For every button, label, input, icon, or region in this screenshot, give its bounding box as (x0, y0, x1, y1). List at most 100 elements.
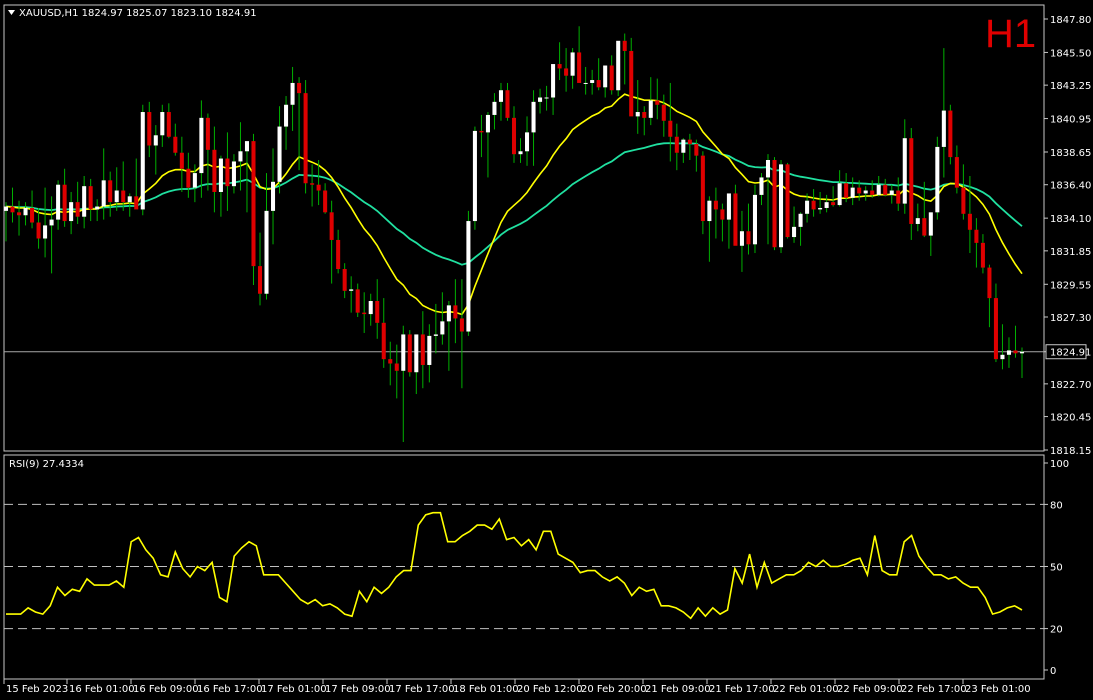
bear-candle (974, 229, 979, 243)
bear-candle (342, 269, 347, 291)
bear-candle (303, 93, 308, 184)
trading-chart[interactable]: 1847.80 1845.50 1843.25 1840.95 1838.65 1836.… (0, 0, 1093, 700)
bull-candle (238, 151, 243, 162)
price-tick-label: 1829.55 (1050, 280, 1091, 291)
bull-candle (570, 52, 575, 76)
bear-candle (661, 104, 666, 121)
bull-candle (192, 173, 197, 188)
bear-candle (883, 184, 888, 195)
bull-candle (818, 207, 823, 210)
price-tick-label: 1818.15 (1050, 446, 1091, 457)
price-tick-label: 1820.45 (1050, 413, 1091, 424)
bull-candle (583, 82, 588, 84)
bear-candle (355, 289, 360, 313)
bear-candle (811, 200, 816, 210)
bear-candle (453, 305, 458, 319)
price-tick-label: 1838.65 (1050, 148, 1091, 159)
bull-candle (616, 40, 621, 91)
bear-candle (316, 184, 321, 191)
bull-candle (551, 64, 556, 98)
bull-candle (928, 212, 933, 236)
bull-candle (23, 207, 28, 216)
rsi-path (6, 511, 1023, 620)
bull-candle (3, 206, 9, 211)
bull-candle (472, 130, 477, 222)
time-tick-label: 16 Feb 09:00 (133, 684, 199, 695)
rsi-tick-label: 20 (1050, 625, 1063, 636)
time-tick-label: 22 Feb 09:00 (837, 684, 903, 695)
bear-candle (310, 183, 315, 185)
rsi-axis: 100 80 50 20 0 (1044, 459, 1069, 677)
price-tick-label: 1836.40 (1050, 181, 1091, 192)
bear-candle (948, 110, 953, 158)
bear-candle (108, 180, 113, 203)
bull-candle (935, 146, 940, 213)
rsi-tick-label: 50 (1050, 563, 1063, 574)
bull-candle (876, 184, 881, 195)
bear-candle (257, 266, 263, 294)
bull-candle (199, 117, 204, 174)
bear-candle (922, 218, 927, 236)
bull-candle (284, 104, 289, 127)
bear-candle (987, 267, 992, 299)
bull-candle (433, 334, 438, 336)
bull-candle (902, 138, 907, 204)
price-tick-label: 1840.95 (1050, 115, 1091, 126)
bull-candle (765, 160, 771, 178)
bear-candle (420, 334, 425, 365)
bull-candle (82, 186, 87, 217)
bull-candle (446, 305, 451, 322)
bull-candle (368, 301, 373, 315)
bull-candle (739, 231, 744, 246)
bull-candle (101, 180, 106, 207)
bear-candle (10, 206, 15, 213)
bull-candle (792, 226, 797, 238)
rsi-levels (4, 503, 1044, 630)
bear-candle (212, 149, 217, 192)
candlesticks (3, 26, 1025, 443)
bear-candle (655, 100, 660, 105)
rsi-tick-label: 100 (1050, 459, 1069, 470)
bear-candle (205, 117, 210, 150)
bear-candle (629, 50, 634, 117)
symbol-info: XAUUSD,H1 1824.97 1825.07 1823.10 1824.9… (19, 8, 257, 19)
bull-candle (941, 110, 946, 147)
timeframe-label: H1 (985, 12, 1036, 56)
time-tick-label: 15 Feb 2023 (6, 684, 68, 695)
time-tick-label: 21 Feb 17:00 (709, 684, 775, 695)
bull-candle (889, 190, 894, 195)
price-tick-label: 1822.70 (1050, 380, 1091, 391)
bull-candle (648, 100, 653, 118)
rsi-tick-label: 0 (1050, 666, 1056, 677)
bear-candle (479, 130, 484, 133)
bull-candle (140, 112, 145, 210)
bear-candle (577, 52, 582, 83)
bull-candle (401, 334, 406, 371)
rsi-title: RSI(9) 27.4334 (9, 459, 84, 470)
bull-candle (779, 164, 784, 248)
bear-candle (375, 301, 380, 323)
bear-candle (687, 139, 692, 145)
bull-candle (414, 334, 419, 373)
bear-candle (785, 164, 790, 238)
bear-candle (511, 117, 517, 155)
bear-candle (36, 222, 41, 239)
bull-candle (531, 101, 536, 133)
bear-candle (88, 186, 93, 210)
rsi-line (6, 511, 1023, 620)
bull-candle (43, 225, 48, 239)
price-tick-label: 1845.50 (1050, 48, 1091, 59)
price-panel-frame (3, 4, 1045, 452)
chart-menu-triangle-icon[interactable] (8, 10, 15, 15)
bull-candle (485, 114, 490, 133)
current-price-label: 1824.91 (1050, 348, 1091, 359)
bull-candle (127, 196, 132, 203)
bull-candle (681, 139, 686, 153)
time-tick-label: 22 Feb 01:00 (773, 684, 839, 695)
time-tick-label: 17 Feb 09:00 (325, 684, 391, 695)
time-tick-label: 16 Feb 17:00 (197, 684, 263, 695)
bull-candle (798, 213, 803, 227)
bear-candle (179, 152, 184, 169)
bull-candle (707, 200, 712, 222)
bear-candle (407, 334, 412, 373)
